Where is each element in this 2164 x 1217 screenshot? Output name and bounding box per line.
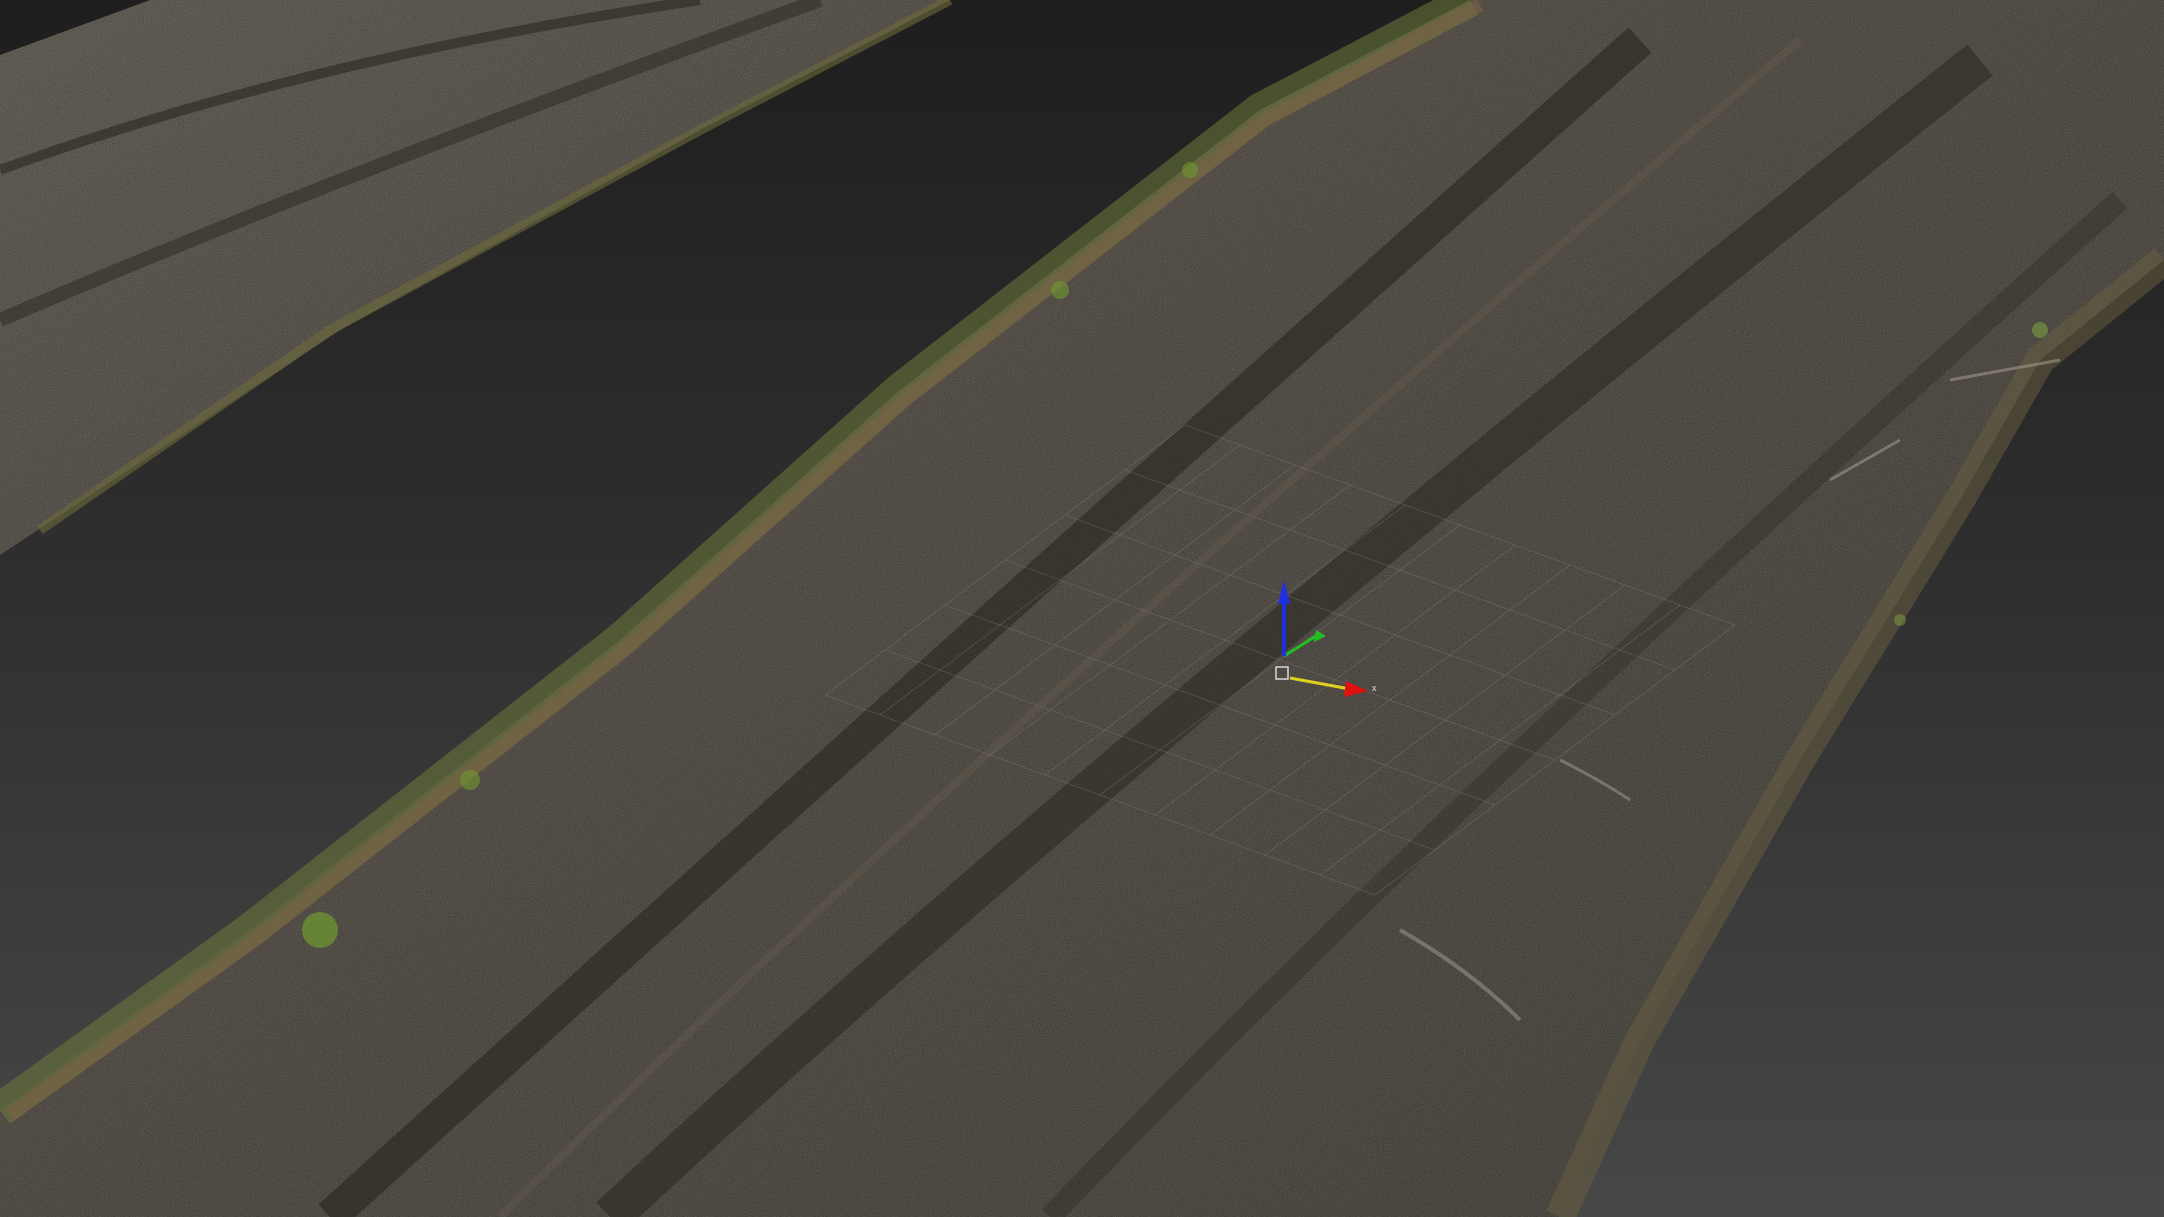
viewport-scene[interactable]: x	[0, 0, 2164, 1217]
gizmo-x-label: x	[1372, 683, 1377, 693]
3d-viewport[interactable]: x	[0, 0, 2164, 1217]
